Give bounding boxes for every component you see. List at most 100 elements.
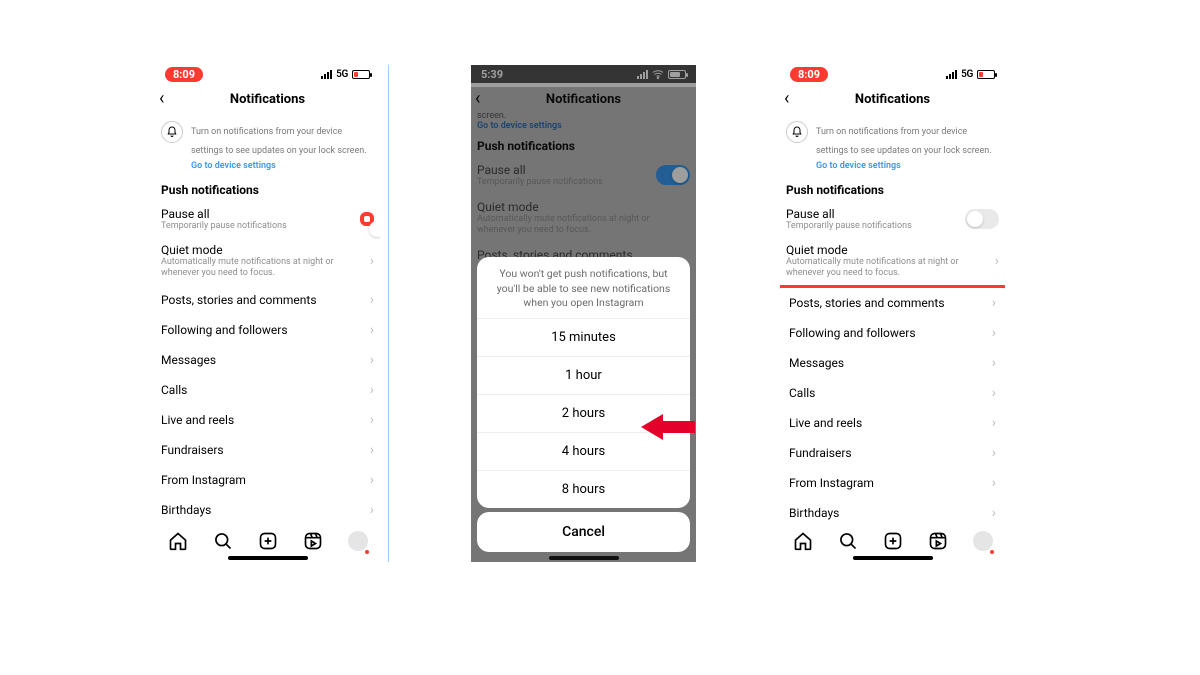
row-messages[interactable]: Messages › [155,345,380,375]
battery-icon [977,70,995,79]
header: ‹ Notifications [780,87,1005,111]
chevron-right-icon: › [992,325,996,341]
create-icon[interactable] [883,531,903,551]
quiet-mode-title: Quiet mode [161,243,370,257]
notification-categories: Posts, stories and comments › Following a… [155,285,380,525]
pause-all-toggle[interactable] [965,209,999,229]
row-messages[interactable]: Messages › [783,348,1002,378]
device-settings-link[interactable]: Go to device settings [191,161,374,171]
status-bar: 8:09 5G [780,65,1005,83]
row-label: Birthdays [789,506,839,520]
home-indicator [853,556,933,560]
notice-text: Turn on notifications from your device s… [816,127,992,156]
header: ‹ Notifications [155,87,380,111]
row-label: Birthdays [161,503,211,517]
cellular-icon [321,69,332,79]
row-label: From Instagram [161,473,246,487]
quiet-mode-row[interactable]: Quiet mode Automatically mute notificati… [780,237,1005,285]
pause-all-sub: Temporarily pause notifications [786,221,912,232]
create-icon[interactable] [258,531,278,551]
row-fundraisers[interactable]: Fundraisers › [783,438,1002,468]
row-label: From Instagram [789,476,874,490]
row-label: Messages [789,356,844,370]
chevron-right-icon: › [370,322,374,338]
chevron-right-icon: › [370,292,374,308]
back-icon[interactable]: ‹ [159,90,164,108]
row-label: Calls [789,386,815,400]
row-fundraisers[interactable]: Fundraisers› [155,435,380,465]
row-label: Posts, stories and comments [789,296,945,310]
phone-right: 8:09 5G ‹ Notifications Turn on notifica… [780,65,1005,562]
home-icon[interactable] [793,531,813,551]
device-settings-link[interactable]: Go to device settings [816,161,999,171]
section-header: Push notifications [780,175,1005,201]
network-label: 5G [961,69,973,80]
option-8h[interactable]: 8 hours [477,470,690,508]
phone-middle: 5:39 ‹ Notifications screen. Go to devic… [471,65,696,562]
reels-icon[interactable] [928,531,948,551]
quiet-mode-title: Quiet mode [786,243,995,257]
sheet-message: You won't get push notifications, but yo… [477,257,690,318]
row-calls[interactable]: Calls › [155,375,380,405]
cellular-icon [946,69,957,79]
row-following[interactable]: Following and followers › [783,318,1002,348]
bell-icon [786,121,808,143]
row-live[interactable]: Live and reels› [783,408,1002,438]
pause-all-title: Pause all [786,207,912,221]
option-1h[interactable]: 1 hour [477,356,690,394]
row-label: Fundraisers [789,446,852,460]
chevron-right-icon: › [370,412,374,428]
reels-icon[interactable] [303,531,323,551]
divider [388,65,389,562]
chevron-right-icon: › [992,295,996,311]
pause-all-title: Pause all [161,207,287,221]
chevron-right-icon: › [992,355,996,371]
status-time: 8:09 [165,67,203,82]
highlight-categories: Posts, stories and comments › Following a… [780,285,1005,531]
chevron-right-icon: › [370,352,374,368]
row-posts[interactable]: Posts, stories and comments › [783,288,1002,318]
row-label: Following and followers [161,323,288,337]
back-icon[interactable]: ‹ [784,90,789,108]
status-bar: 8:09 5G [155,65,380,83]
pause-all-row: Pause all Temporarily pause notification… [155,201,380,238]
row-label: Posts, stories and comments [161,293,317,307]
row-following[interactable]: Following and followers › [155,315,380,345]
device-notice: Turn on notifications from your device s… [780,111,1005,175]
row-live[interactable]: Live and reels› [155,405,380,435]
chevron-right-icon: › [992,385,996,401]
profile-avatar[interactable] [973,531,993,551]
row-calls[interactable]: Calls › [783,378,1002,408]
search-icon[interactable] [838,531,858,551]
chevron-right-icon: › [992,445,996,461]
option-15m[interactable]: 15 minutes [477,318,690,356]
row-posts[interactable]: Posts, stories and comments › [155,285,380,315]
pause-duration-sheet: You won't get push notifications, but yo… [477,257,690,508]
quiet-mode-row[interactable]: Quiet mode Automatically mute notificati… [155,237,380,285]
network-label: 5G [336,69,348,80]
row-label: Live and reels [789,416,862,430]
row-label: Messages [161,353,216,367]
chevron-right-icon: › [992,475,996,491]
chevron-right-icon: › [995,253,999,269]
row-label: Following and followers [789,326,916,340]
row-from-ig[interactable]: From Instagram› [155,465,380,495]
chevron-right-icon: › [370,382,374,398]
row-label: Calls [161,383,187,397]
row-from-ig[interactable]: From Instagram › [783,468,1002,498]
chevron-right-icon: › [370,253,374,269]
phone-left: 8:09 5G ‹ Notifications Turn on notifica… [155,65,380,562]
bell-icon [161,121,183,143]
search-icon[interactable] [213,531,233,551]
quiet-mode-sub: Automatically mute notifications at nigh… [786,257,995,279]
cancel-button[interactable]: Cancel [477,512,690,552]
status-time: 8:09 [790,67,828,82]
notice-text: Turn on notifications from your device s… [191,127,367,156]
battery-icon [352,70,370,79]
chevron-right-icon: › [370,502,374,518]
profile-avatar[interactable] [348,531,368,551]
chevron-right-icon: › [992,505,996,521]
page-title: Notifications [855,92,930,107]
annotation-arrow [641,414,695,440]
home-icon[interactable] [168,531,188,551]
